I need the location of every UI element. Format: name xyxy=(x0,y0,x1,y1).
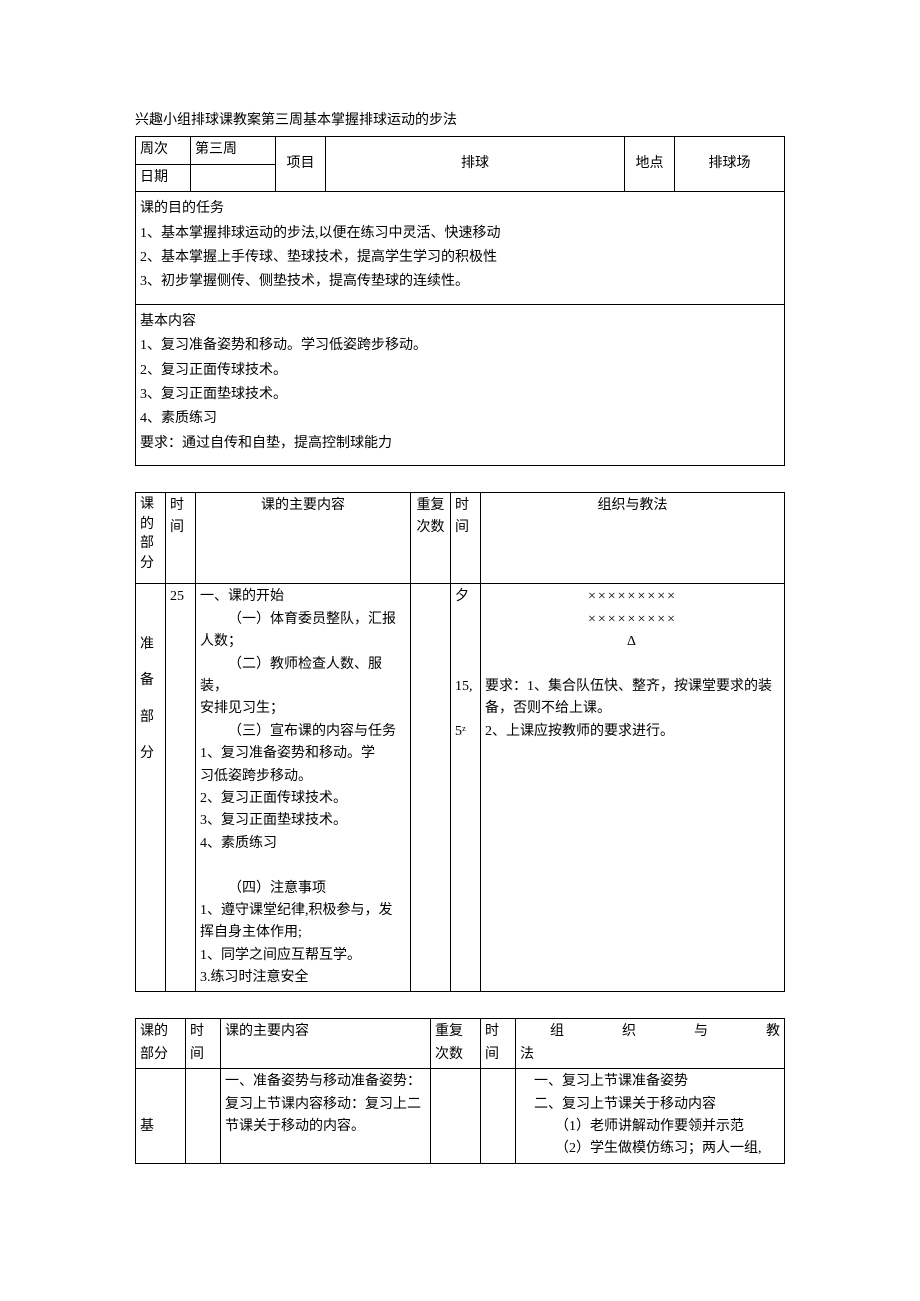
t2-h4: 重复次数 xyxy=(411,493,451,584)
content-2: 2、复习正面传球技术。 xyxy=(140,360,780,382)
t2-part: 准备部分 xyxy=(136,584,166,992)
t2-h5: 时间 xyxy=(451,493,481,584)
location-value: 排球场 xyxy=(675,137,785,192)
t2-main-l10: 3、复习正面垫球技术。 xyxy=(200,810,406,832)
t2-main-l4: （二）教师检查人数、服装， xyxy=(200,654,406,699)
t2-main-l15: 1、同学之间应互帮互学。 xyxy=(200,945,406,967)
lesson-table-2: 课的部分 时间 课的主要内容 重复次数 时间 组织与教 法 基 一、准备姿势与移… xyxy=(135,1018,785,1163)
t2-time2c: 5ᶻ xyxy=(455,721,476,743)
t3-org-l3: （1）老师讲解动作要领并示范 xyxy=(534,1116,780,1138)
objectives-heading: 课的目的任务 xyxy=(140,198,780,220)
formation-1: ××××××××× xyxy=(485,586,780,608)
lesson-table-1: 课的部分 时间 课的主要内容 重复次数 时间 组织与教法 准备部分 25 一、课… xyxy=(135,492,785,992)
t3-reps xyxy=(431,1069,481,1164)
t3-part: 基 xyxy=(136,1069,186,1164)
objective-1: 1、基本掌握排球运动的步法,以便在练习中灵活、快速移动 xyxy=(140,223,780,245)
t2-main-l13: 1、遵守课堂纪律,积极参与，发 xyxy=(200,900,406,922)
t2-main-l3: 人数； xyxy=(200,631,406,653)
t2-main: 一、课的开始 （一）体育委员整队，汇报 人数； （二）教师检查人数、服装， 安排… xyxy=(196,584,411,992)
formation-3: Δ xyxy=(485,631,780,653)
t2-main-l12: （四）注意事项 xyxy=(200,878,406,900)
t2-time2: 夕 15, 5ᶻ xyxy=(451,584,481,992)
location-label: 地点 xyxy=(625,137,675,192)
t3-time2 xyxy=(481,1069,516,1164)
t3-org-l4: （2）学生做模仿练习；两人一组, xyxy=(534,1138,780,1160)
t2-main-l14: 挥自身主体作用; xyxy=(200,922,406,944)
subject-value: 排球 xyxy=(326,137,625,192)
formation-2: ××××××××× xyxy=(485,609,780,631)
t2-main-l11: 4、素质练习 xyxy=(200,833,406,855)
t3-h6-line2: 法 xyxy=(520,1044,780,1066)
t2-main-l9: 2、复习正面传球技术。 xyxy=(200,788,406,810)
t2-org: ××××××××× ××××××××× Δ 要求：1、集合队伍快、整齐，按课堂要… xyxy=(481,584,785,992)
objective-2: 2、基本掌握上手传球、垫球技术，提高学生学习的积极性 xyxy=(140,247,780,269)
content-block: 基本内容 1、复习准备姿势和移动。学习低姿跨步移动。 2、复习正面传球技术。 3… xyxy=(135,305,785,466)
week-value: 第三周 xyxy=(191,137,276,164)
t2-main-l2: （一）体育委员整队，汇报 xyxy=(200,609,406,631)
subject-label: 项目 xyxy=(276,137,326,192)
t2-main-l1: 一、课的开始 xyxy=(200,586,406,608)
t3-org: 一、复习上节课准备姿势 二、复习上节课关于移动内容 （1）老师讲解动作要领并示范… xyxy=(516,1069,785,1164)
t2-main-l6: （三）宣布课的内容与任务 xyxy=(200,721,406,743)
document-title: 兴趣小组排球课教案第三周基本掌握排球运动的步法 xyxy=(135,110,785,132)
t2-h6: 组织与教法 xyxy=(481,493,785,584)
content-1: 1、复习准备姿势和移动。学习低姿跨步移动。 xyxy=(140,335,780,357)
objective-3: 3、初步掌握侧传、侧垫技术，提高传垫球的连续性。 xyxy=(140,271,780,293)
t2-main-l5: 安排见习生； xyxy=(200,698,406,720)
t2-h2: 时间 xyxy=(166,493,196,584)
t3-h3: 课的主要内容 xyxy=(221,1019,431,1069)
t2-main-l16: 3.练习时注意安全 xyxy=(200,967,406,989)
t2-time2b: 15, xyxy=(455,676,476,698)
t2-h1: 课的部分 xyxy=(136,493,166,584)
t3-org-l2: 二、复习上节课关于移动内容 xyxy=(534,1094,780,1116)
t3-h5: 时间 xyxy=(481,1019,516,1069)
content-4: 4、素质练习 xyxy=(140,408,780,430)
date-label: 日期 xyxy=(136,164,191,191)
content-3: 3、复习正面垫球技术。 xyxy=(140,384,780,406)
t2-reps xyxy=(411,584,451,992)
t2-main-l8: 习低姿跨步移动。 xyxy=(200,766,406,788)
t3-h4: 重复次数 xyxy=(431,1019,481,1069)
t2-time1: 25 xyxy=(166,584,196,992)
week-label: 周次 xyxy=(136,137,191,164)
content-heading: 基本内容 xyxy=(140,311,780,333)
org-req-1: 要求：1、集合队伍快、整齐，按课堂要求的装备，否则不给上课。 xyxy=(485,676,780,721)
objectives-block: 课的目的任务 1、基本掌握排球运动的步法,以便在练习中灵活、快速移动 2、基本掌… xyxy=(135,192,785,305)
t3-h6: 组织与教 法 xyxy=(516,1019,785,1069)
t3-time1 xyxy=(186,1069,221,1164)
date-value xyxy=(191,164,276,191)
t3-org-l1: 一、复习上节课准备姿势 xyxy=(534,1071,780,1093)
t3-h1: 课的部分 xyxy=(136,1019,186,1069)
org-req-2: 2、上课应按教师的要求进行。 xyxy=(485,721,780,743)
t2-h3: 课的主要内容 xyxy=(196,493,411,584)
t3-h2: 时间 xyxy=(186,1019,221,1069)
content-req: 要求：通过自传和自垫，提高控制球能力 xyxy=(140,433,780,455)
t2-time2a: 夕 xyxy=(455,586,476,608)
t2-main-l7: 1、复习准备姿势和移动。学 xyxy=(200,743,406,765)
header-table: 周次 第三周 项目 排球 地点 排球场 日期 xyxy=(135,136,785,192)
t3-main: 一、准备姿势与移动准备姿势：复习上节课内容移动：复习上二节课关于移动的内容。 xyxy=(221,1069,431,1164)
